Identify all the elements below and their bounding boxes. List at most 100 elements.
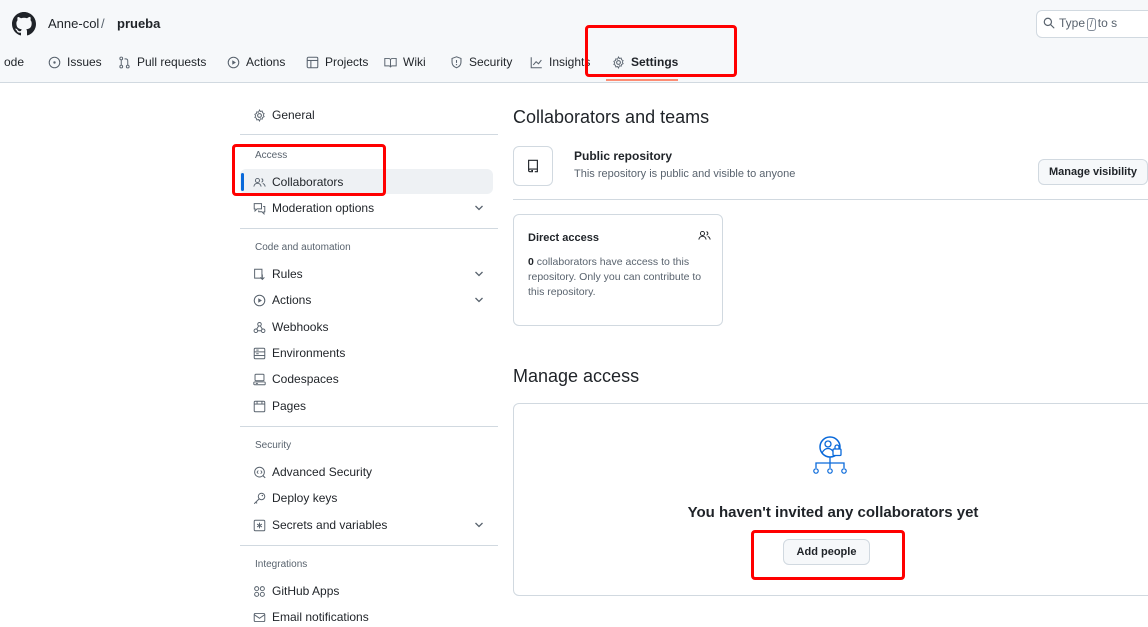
sidebar-item-label: General <box>272 108 315 122</box>
tab-issues[interactable]: Issues <box>48 52 102 72</box>
tab-insights[interactable]: Insights <box>530 52 590 72</box>
sidebar-item-label: Pages <box>272 399 307 413</box>
tab-security-label: Security <box>469 55 513 69</box>
public-repository-description: This repository is public and visible to… <box>574 168 796 180</box>
people-icon <box>253 176 272 189</box>
browser-icon <box>253 400 272 413</box>
sidebar-heading-access: Access <box>255 150 288 161</box>
sidebar-item-deploy-keys[interactable]: Deploy keys <box>253 488 337 508</box>
sidebar-divider <box>240 426 498 427</box>
sidebar-item-actions[interactable]: Actions <box>253 290 311 310</box>
tab-pull-requests-label: Pull requests <box>137 55 207 69</box>
public-repository-title: Public repository <box>574 149 673 163</box>
tab-actions-label: Actions <box>246 55 286 69</box>
owner-link[interactable]: Anne-col <box>48 16 99 31</box>
mail-icon <box>253 611 272 624</box>
chevron-down-icon[interactable] <box>474 270 484 278</box>
search-icon <box>1043 17 1055 29</box>
sidebar-item-label: Email notifications <box>272 610 369 624</box>
codespaces-icon <box>253 373 272 386</box>
sidebar-item-label: Advanced Security <box>272 465 373 479</box>
sidebar-selected-indicator <box>241 173 244 191</box>
search-placeholder: Type / to s <box>1059 16 1118 31</box>
tab-pull-requests[interactable]: Pull requests <box>118 52 206 72</box>
server-icon <box>253 347 272 360</box>
graph-icon <box>530 56 549 69</box>
sidebar-divider <box>240 545 498 546</box>
sidebar-item-moderation[interactable]: Moderation options <box>253 198 374 218</box>
key-icon <box>253 492 272 505</box>
pull-request-icon <box>118 56 137 69</box>
sidebar-item-codespaces[interactable]: Codespaces <box>253 369 339 389</box>
issue-icon <box>48 56 67 69</box>
sidebar-item-label: Actions <box>272 293 312 307</box>
search-input[interactable]: Type / to s <box>1036 10 1148 38</box>
sidebar-item-email-notifications[interactable]: Email notifications <box>253 607 369 627</box>
codescan-icon <box>253 466 272 479</box>
manage-access-title: Manage access <box>513 366 640 386</box>
search-shortcut-key: / <box>1087 18 1096 31</box>
sidebar-item-environments[interactable]: Environments <box>253 343 345 363</box>
play-icon <box>253 294 272 307</box>
sidebar-item-label: Secrets and variables <box>272 518 388 532</box>
manage-visibility-button[interactable]: Manage visibility <box>1038 159 1148 185</box>
gear-icon <box>612 55 631 69</box>
sidebar-item-label: Moderation options <box>272 201 375 215</box>
people-icon <box>698 229 711 242</box>
direct-access-text: 0 collaborators have access to this repo… <box>528 256 702 298</box>
sidebar-item-label: Codespaces <box>272 372 339 386</box>
gear-icon <box>253 108 272 122</box>
apps-icon <box>253 585 272 598</box>
sidebar-divider <box>240 228 498 229</box>
chevron-down-icon[interactable] <box>474 296 484 304</box>
sidebar-heading-integrations: Integrations <box>255 559 308 570</box>
sidebar-divider <box>240 134 498 135</box>
sidebar-item-pages[interactable]: Pages <box>253 396 306 416</box>
tab-insights-label: Insights <box>549 55 591 69</box>
tab-wiki[interactable]: Wiki <box>384 52 426 72</box>
sidebar-item-collaborators[interactable]: Collaborators <box>253 172 343 192</box>
sidebar-item-label: Rules <box>272 267 303 281</box>
tab-wiki-label: Wiki <box>403 55 426 69</box>
tab-settings[interactable]: Settings <box>612 52 678 72</box>
add-people-button[interactable]: Add people <box>783 539 870 565</box>
direct-access-card: Direct access 0 collaborators have acces… <box>513 214 723 326</box>
tab-settings-label: Settings <box>631 55 679 69</box>
person-lock-icon <box>812 435 852 481</box>
sidebar-item-advanced-security[interactable]: Advanced Security <box>253 462 372 482</box>
sidebar-item-label: Webhooks <box>272 320 329 334</box>
webhook-icon <box>253 321 272 334</box>
sidebar-item-label: Deploy keys <box>272 491 338 505</box>
repo-link[interactable]: prueba <box>117 16 160 31</box>
sidebar-item-general[interactable]: General <box>253 105 315 125</box>
tab-code[interactable]: ode <box>4 52 24 72</box>
comment-discussion-icon <box>253 202 272 215</box>
sidebar-item-label: Environments <box>272 346 346 360</box>
book-icon <box>384 56 403 69</box>
sidebar-item-label: GitHub Apps <box>272 584 340 598</box>
play-icon <box>227 56 246 69</box>
direct-access-title: Direct access <box>528 232 599 244</box>
tab-security[interactable]: Security <box>450 52 512 72</box>
active-tab-indicator <box>606 79 678 81</box>
sidebar-heading-code: Code and automation <box>255 242 351 253</box>
sidebar-item-webhooks[interactable]: Webhooks <box>253 317 328 337</box>
repo-push-icon <box>253 268 272 281</box>
github-logo-icon[interactable] <box>12 12 36 36</box>
tab-actions[interactable]: Actions <box>227 52 285 72</box>
tab-projects[interactable]: Projects <box>306 52 368 72</box>
shield-icon <box>450 55 469 69</box>
chevron-down-icon[interactable] <box>474 521 484 529</box>
sidebar-item-label: Collaborators <box>272 175 344 189</box>
repo-visibility-icon-box <box>513 146 553 186</box>
table-icon <box>306 56 325 69</box>
tab-issues-label: Issues <box>67 55 102 69</box>
sidebar-item-rules[interactable]: Rules <box>253 264 303 284</box>
section-divider <box>513 199 1148 200</box>
chevron-down-icon[interactable] <box>474 204 484 212</box>
sidebar-item-secrets[interactable]: Secrets and variables <box>253 515 387 535</box>
sidebar-heading-security: Security <box>255 440 292 451</box>
manage-access-box <box>513 403 1148 596</box>
sidebar-item-github-apps[interactable]: GitHub Apps <box>253 581 339 601</box>
tab-code-label: ode <box>4 55 25 69</box>
